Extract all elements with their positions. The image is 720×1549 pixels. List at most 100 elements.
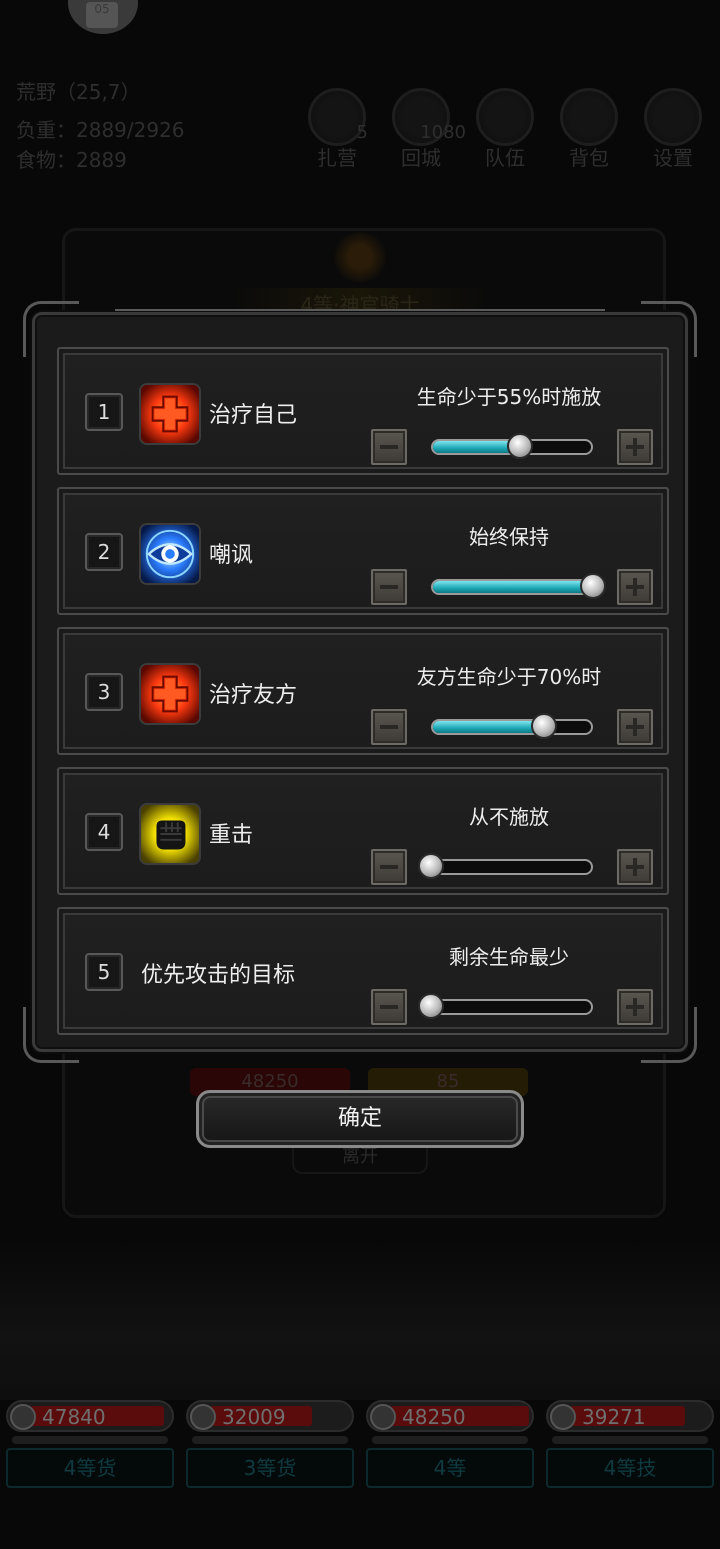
plus-icon (626, 998, 644, 1016)
condition-slider[interactable] (431, 999, 593, 1015)
cast-condition: 从不施放 (469, 805, 549, 829)
minus-icon (380, 585, 398, 589)
sword-icon (550, 1404, 576, 1430)
increase-button[interactable] (617, 709, 653, 745)
hero-hp-value: 39271 (582, 1405, 646, 1429)
condition-slider[interactable] (431, 719, 593, 735)
priority-number: 4 (85, 813, 123, 851)
skill-name: 嘲讽 (209, 543, 254, 568)
hero-grade-tag: 4等货 (6, 1448, 174, 1488)
skill-name: 重击 (209, 823, 254, 848)
hud-camp: 5 扎营 (306, 88, 368, 170)
increase-button[interactable] (617, 569, 653, 605)
decrease-button[interactable] (371, 989, 407, 1025)
hero-sub-bar (12, 1436, 168, 1444)
cast-condition: 始终保持 (469, 525, 549, 549)
slider-thumb[interactable] (580, 573, 606, 599)
dialog-top-rail (115, 309, 605, 315)
sword-icon (190, 1404, 216, 1430)
minus-icon (380, 1005, 398, 1009)
priority-number: 3 (85, 673, 123, 711)
hero-grade-tag: 4等技 (546, 1448, 714, 1488)
hud-camp-label: 扎营 (317, 146, 357, 170)
minus-icon (380, 445, 398, 449)
decrease-button[interactable] (371, 429, 407, 465)
target-priority-row: 5 优先攻击的目标 剩余生命最少 (57, 907, 669, 1035)
slider-thumb[interactable] (418, 853, 444, 879)
hud-backpack: 背包 (558, 88, 620, 170)
hud-return: 1080 回城 (390, 88, 466, 170)
skill-name: 治疗自己 (209, 403, 298, 428)
eye-taunt-icon (139, 523, 201, 585)
hud-settings: 设置 (642, 88, 704, 170)
hud-return-count: 1080 (420, 122, 466, 143)
top-avatar-icon: 05 (68, 0, 138, 34)
confirm-button[interactable]: 确定 (196, 1090, 524, 1148)
hero-grade-tag: 4等 (366, 1448, 534, 1488)
hero-hp-bar: 32009 (186, 1400, 354, 1432)
priority-number: 1 (85, 393, 123, 431)
slider-fill (433, 581, 591, 593)
target-condition: 剩余生命最少 (449, 945, 569, 969)
hero-sub-bar (372, 1436, 528, 1444)
hud-camp-count: 5 (356, 122, 368, 143)
hero-card: 47840 4等货 (6, 1400, 174, 1488)
priority-number: 5 (85, 953, 123, 991)
increase-button[interactable] (617, 989, 653, 1025)
hero-portraits (0, 1240, 720, 1400)
top-badge: 05 (86, 2, 118, 28)
decrease-button[interactable] (371, 709, 407, 745)
plus-icon (626, 438, 644, 456)
food-text: 食物：2889 (16, 148, 127, 172)
hud-team: 队伍 (474, 88, 536, 170)
settings-gear-icon (644, 88, 702, 146)
skill-name: 治疗友方 (209, 683, 298, 708)
cast-condition: 友方生命少于70%时 (416, 665, 602, 689)
decrease-button[interactable] (371, 849, 407, 885)
skill-row-4: 4 重击 从不施放 (57, 767, 669, 895)
condition-slider[interactable] (431, 579, 593, 595)
slider-thumb[interactable] (507, 433, 534, 459)
increase-button[interactable] (617, 429, 653, 465)
skill-settings-dialog: 1 治疗自己 生命少于55%时施放 2 嘲讽 始终保持 3 治疗友方 友方生命少… (23, 301, 697, 1063)
emblem-icon (330, 232, 390, 282)
increase-button[interactable] (617, 849, 653, 885)
skill-row-3: 3 治疗友方 友方生命少于70%时 (57, 627, 669, 755)
hero-hp-value: 32009 (222, 1405, 286, 1429)
skill-row-2: 2 嘲讽 始终保持 (57, 487, 669, 615)
minus-icon (380, 865, 398, 869)
hero-grade-tag: 3等货 (186, 1448, 354, 1488)
target-priority-label: 优先攻击的目标 (141, 963, 296, 988)
hero-hp-bar: 48250 (366, 1400, 534, 1432)
hero-hp-value: 47840 (42, 1405, 106, 1429)
hero-sub-bar (552, 1436, 708, 1444)
hud-settings-label: 设置 (653, 146, 693, 170)
hero-sub-bar (192, 1436, 348, 1444)
hud-backpack-label: 背包 (569, 146, 609, 170)
hud-team-label: 队伍 (485, 146, 525, 170)
minus-icon (380, 725, 398, 729)
hero-hp-bar: 47840 (6, 1400, 174, 1432)
load-text: 负重：2889/2926 (16, 118, 185, 142)
skill-row-1: 1 治疗自己 生命少于55%时施放 (57, 347, 669, 475)
priority-number: 2 (85, 533, 123, 571)
backpack-icon (560, 88, 618, 146)
plus-icon (626, 718, 644, 736)
plus-icon (626, 858, 644, 876)
team-icon (476, 88, 534, 146)
decrease-button[interactable] (371, 569, 407, 605)
condition-slider[interactable] (431, 859, 593, 875)
slider-thumb[interactable] (418, 993, 444, 1019)
cast-condition: 生命少于55%时施放 (416, 385, 602, 409)
hero-hp-value: 48250 (402, 1405, 466, 1429)
sword-icon (10, 1404, 36, 1430)
fist-strike-icon (139, 803, 201, 865)
plus-icon (626, 578, 644, 596)
slider-fill (433, 721, 544, 733)
slider-thumb[interactable] (531, 713, 558, 739)
hero-hp-bar: 39271 (546, 1400, 714, 1432)
hero-card: 39271 4等技 (546, 1400, 714, 1488)
sword-icon (370, 1404, 396, 1430)
hero-card: 32009 3等货 (186, 1400, 354, 1488)
hero-card: 48250 4等 (366, 1400, 534, 1488)
